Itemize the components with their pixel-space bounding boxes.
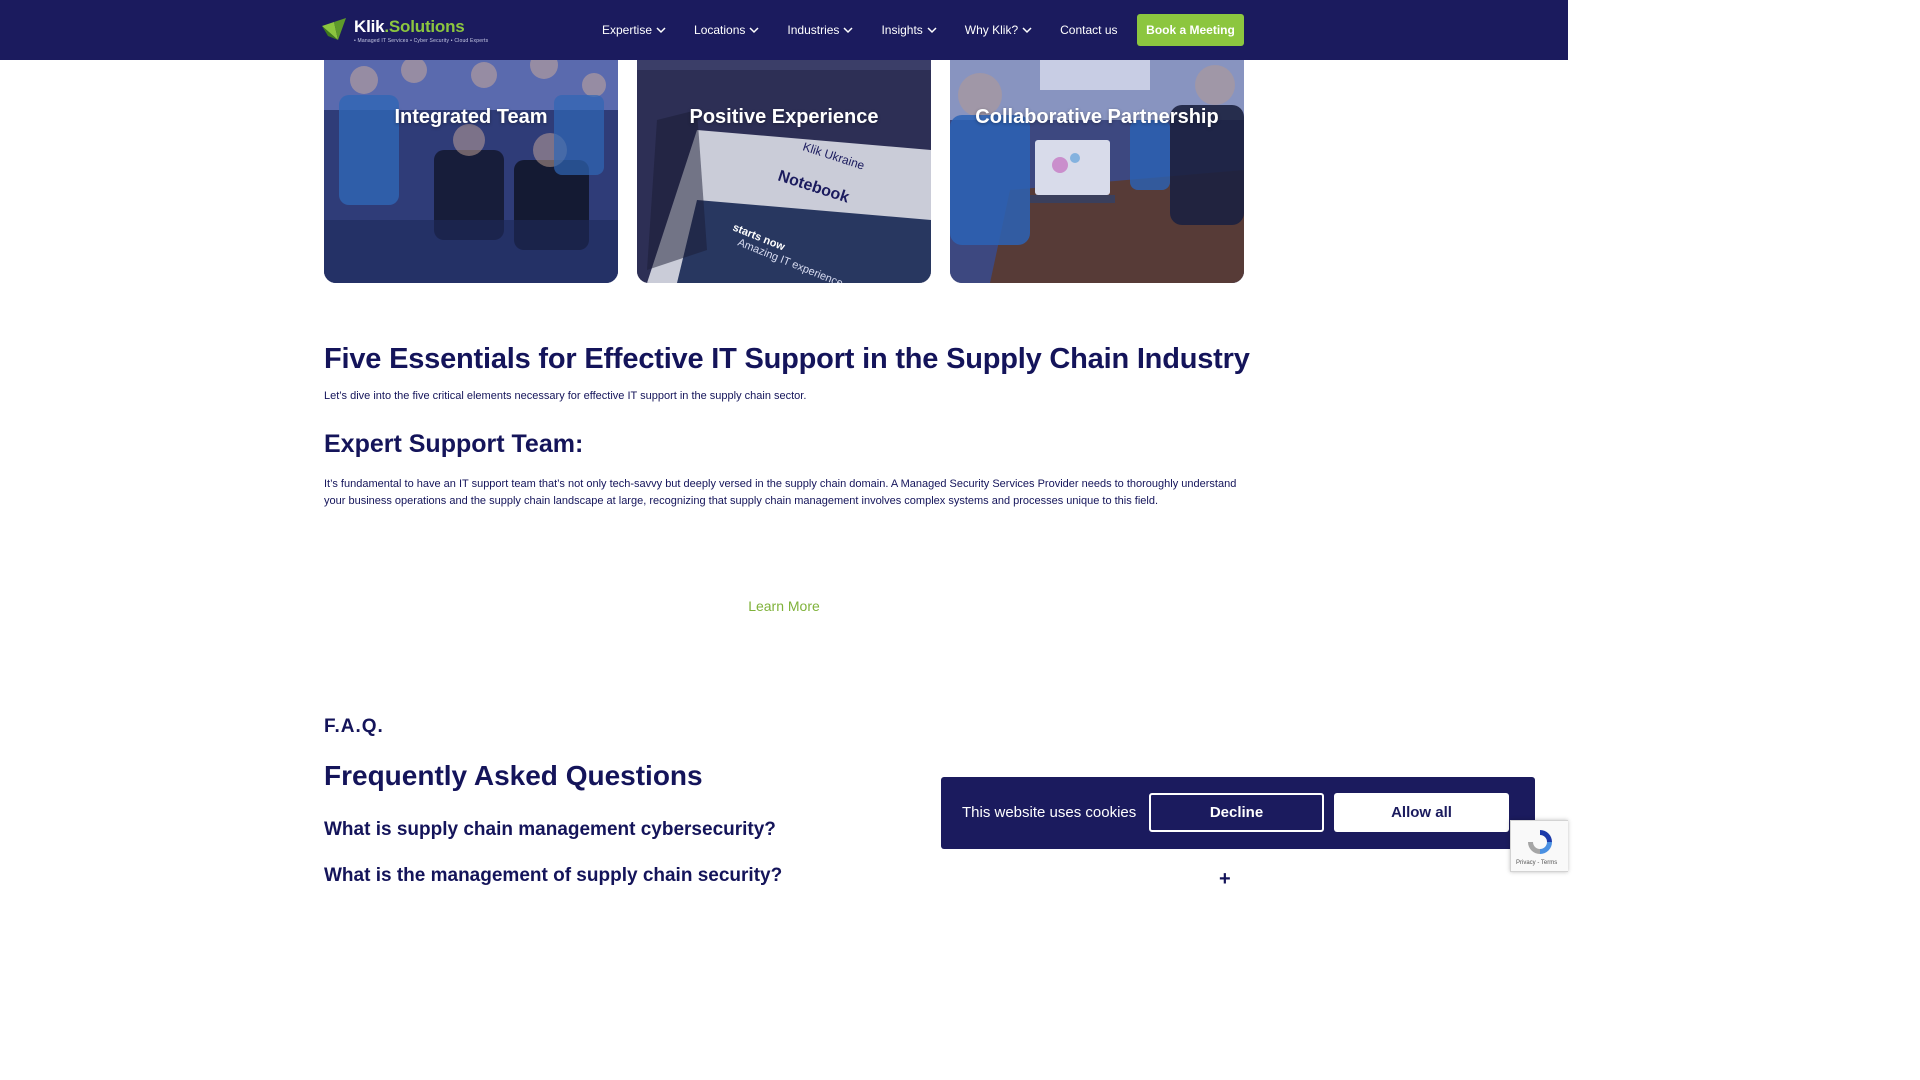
cookie-banner: This website uses cookies Decline Allow … xyxy=(941,777,1535,849)
nav-item-locations[interactable]: Locations xyxy=(694,23,759,37)
nav-item-label: Industries xyxy=(787,23,840,37)
logo-title-suffix: .Solutions xyxy=(384,16,465,36)
section-body: It’s fundamental to have an IT support t… xyxy=(324,478,1237,507)
allow-all-button[interactable]: Allow all xyxy=(1334,793,1509,832)
article-intro: Let’s dive into the five critical elemen… xyxy=(324,390,807,402)
main-nav: Expertise Locations Industries Insights … xyxy=(602,0,1140,60)
learn-more-link[interactable]: Learn More xyxy=(700,598,868,614)
card-title: Collaborative Partnership xyxy=(975,106,1219,128)
faq-title: Frequently Asked Questions xyxy=(324,760,703,791)
card-title: Integrated Team xyxy=(394,106,548,128)
nav-item-expertise[interactable]: Expertise xyxy=(602,23,666,37)
recaptcha-links[interactable]: Privacy - Terms xyxy=(1516,860,1557,866)
faq-question[interactable]: What is supply chain management cybersec… xyxy=(324,819,776,841)
recaptcha-icon xyxy=(1528,830,1552,854)
nav-item-label: Why Klik? xyxy=(964,23,1019,37)
decline-button[interactable]: Decline xyxy=(1149,793,1324,832)
logo-text: Klik.Solutions • Managed IT Services • C… xyxy=(354,17,488,44)
nav-item-why-klik[interactable]: Why Klik? xyxy=(965,23,1032,37)
chevron-down-icon xyxy=(1022,27,1032,34)
chevron-down-icon xyxy=(656,27,666,34)
section-title: Expert Support Team: xyxy=(324,430,584,458)
logo-title: Klik.Solutions xyxy=(354,16,465,36)
nav-item-label: Insights xyxy=(881,23,923,37)
recaptcha-badge[interactable]: Privacy - Terms xyxy=(1510,820,1568,872)
book-meeting-button[interactable]: Book a Meeting xyxy=(1137,14,1244,46)
faq-question[interactable]: What is the management of supply chain s… xyxy=(324,865,782,887)
card-title: Positive Experience xyxy=(689,106,879,128)
plus-icon[interactable]: + xyxy=(1219,868,1231,891)
logo[interactable]: Klik.Solutions • Managed IT Services • C… xyxy=(320,12,488,48)
cookie-text: This website uses cookies xyxy=(962,804,1137,821)
nav-item-industries[interactable]: Industries xyxy=(787,23,853,37)
chevron-down-icon xyxy=(749,27,759,34)
klik-logo-icon xyxy=(322,18,346,40)
nav-item-label: Contact us xyxy=(1060,23,1118,37)
article-title: Five Essentials for Effective IT Support… xyxy=(324,343,1250,375)
chevron-down-icon xyxy=(927,27,937,34)
nav-item-label: Expertise xyxy=(602,23,653,37)
nav-item-label: Locations xyxy=(694,23,746,37)
nav-item-contact-us[interactable]: Contact us xyxy=(1060,23,1117,37)
site-header: Klik.Solutions • Managed IT Services • C… xyxy=(0,0,1568,60)
faq-eyebrow: F.A.Q. xyxy=(324,716,384,737)
chevron-down-icon xyxy=(843,27,853,34)
logo-tagline: • Managed IT Services • Cyber Security •… xyxy=(354,37,489,44)
nav-item-insights[interactable]: Insights xyxy=(881,23,937,37)
